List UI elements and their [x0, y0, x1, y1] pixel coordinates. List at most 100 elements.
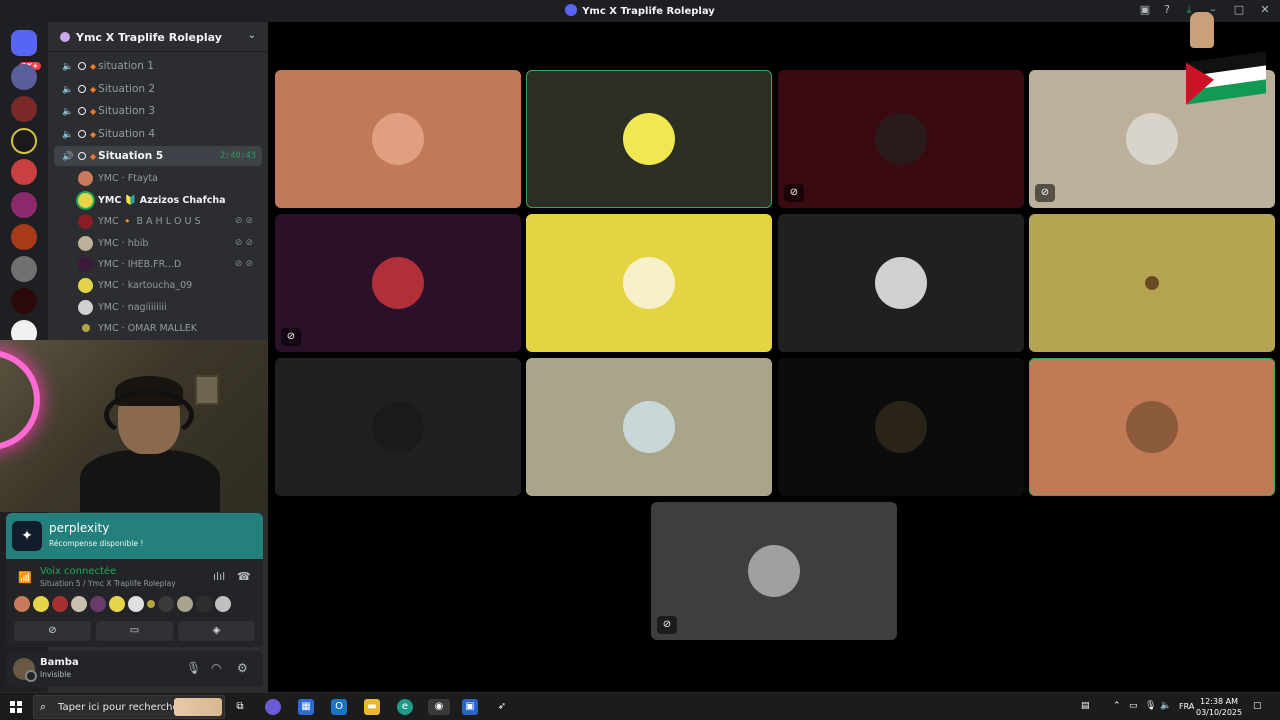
edge-icon[interactable]: e — [397, 699, 413, 715]
microphone-icon[interactable]: 🎙 — [186, 661, 201, 675]
promo-banner[interactable]: ✦ perplexity Récompense disponible ! — [6, 513, 263, 559]
participant-tile[interactable] — [1029, 358, 1275, 496]
avatar[interactable] — [196, 596, 212, 612]
task-view-icon[interactable]: ⧉ — [232, 699, 248, 715]
voice-channel[interactable]: 🔈 ◆ Situation 3 — [54, 101, 262, 121]
speaker-icon: 🔈 — [62, 130, 74, 140]
avatar[interactable] — [177, 596, 193, 612]
avatar[interactable] — [147, 600, 155, 608]
server-icon[interactable] — [11, 288, 37, 314]
notifications-icon[interactable]: ▢ — [1253, 701, 1262, 711]
participant-tile[interactable]: ⊘ — [275, 214, 521, 352]
no-entry-icon — [78, 62, 86, 70]
headphones-icon[interactable]: ◠ — [211, 661, 221, 675]
direct-messages-icon[interactable] — [11, 30, 37, 56]
activities-button[interactable]: ◈ — [178, 621, 255, 641]
copilot-icon[interactable] — [265, 699, 281, 715]
participant-tile[interactable] — [275, 358, 521, 496]
server-icon[interactable] — [11, 256, 37, 282]
voice-channel[interactable]: 🔈 ◆ Situation 4 — [54, 124, 262, 144]
taskbar-search[interactable]: ⌕ Taper ici pour rechercher — [33, 695, 225, 719]
voice-channel[interactable]: 🔈 ◆ situation 1 — [54, 56, 262, 76]
discord-taskbar-icon[interactable]: ◉ — [428, 699, 450, 715]
widgets-icon[interactable]: ▤ — [1081, 701, 1090, 711]
user-panel: Bamba Invisible 🎙 ◠ ⚙ — [6, 651, 263, 687]
maximize-button[interactable]: □ — [1230, 3, 1248, 17]
voice-status[interactable]: Voix connectée — [40, 566, 116, 577]
participant-tile[interactable] — [526, 358, 772, 496]
speaker-icon: 🔈 — [62, 62, 74, 72]
server-header[interactable]: Ymc X Traplife Roleplay ⌄ — [48, 22, 268, 52]
participant-tile[interactable] — [1029, 214, 1275, 352]
avatar[interactable] — [71, 596, 87, 612]
server-name: Ymc X Traplife Roleplay — [76, 31, 222, 44]
avatar[interactable] — [33, 596, 49, 612]
participant-tile[interactable] — [526, 214, 772, 352]
avatar — [875, 113, 927, 165]
app-icon[interactable]: ▣ — [462, 699, 478, 715]
voice-avatars — [14, 596, 231, 612]
participant-tile[interactable]: ⊘ — [778, 70, 1024, 208]
voice-member[interactable]: YMC 🔰 Azzizos Chafcha — [78, 191, 262, 211]
server-icon[interactable] — [11, 159, 37, 185]
server-icon[interactable] — [11, 224, 37, 250]
language-indicator[interactable]: FRA — [1179, 702, 1194, 711]
voice-member[interactable]: YMC · hbib ⊘⊘ — [78, 234, 262, 254]
participant-tile[interactable]: ⊘ — [651, 502, 897, 640]
avatar[interactable] — [109, 596, 125, 612]
voice-member[interactable]: YMC · OMAR MALLEK — [78, 319, 262, 339]
username[interactable]: Bamba — [40, 657, 79, 668]
voice-member[interactable]: YMC · kartoucha_09 — [78, 276, 262, 296]
noise-suppression-icon[interactable]: ılıl — [213, 570, 225, 583]
avatar — [78, 257, 93, 272]
close-button[interactable]: ✕ — [1256, 3, 1274, 17]
gear-icon[interactable]: ⚙ — [237, 661, 248, 675]
avatar[interactable] — [52, 596, 68, 612]
microphone-icon[interactable]: 🎙 — [1145, 701, 1156, 711]
help-icon[interactable]: ? — [1160, 3, 1174, 17]
participant-tile[interactable] — [275, 70, 521, 208]
inbox-icon[interactable]: ▣ — [1138, 3, 1152, 17]
windows-taskbar: ⌕ Taper ici pour rechercher ⧉ ▦ O ▬ e ◉ … — [0, 692, 1280, 720]
server-icon[interactable] — [11, 192, 37, 218]
screen-share-button[interactable]: ▭ — [96, 621, 173, 641]
chevron-up-icon[interactable]: ⌃ — [1113, 701, 1121, 711]
voice-member[interactable]: YMC · nagiiiiiiii — [78, 298, 262, 318]
ring-light — [0, 350, 40, 450]
clock[interactable]: 12:38 AM 03/10/2025 — [1196, 696, 1242, 718]
voice-member[interactable]: YMC · IHEB.FR...D ⊘⊘ — [78, 255, 262, 275]
signal-icon[interactable]: 📶 — [18, 571, 32, 584]
voice-member[interactable]: YMC · Ftayta — [78, 169, 262, 189]
participant-tile[interactable] — [778, 214, 1024, 352]
server-icon[interactable] — [11, 96, 37, 122]
store-icon[interactable]: ▦ — [298, 699, 314, 715]
avatar[interactable] — [128, 596, 144, 612]
video-grid: ⊘ ⊘ ⊘ ⊘ — [268, 22, 1280, 692]
avatar[interactable] — [158, 596, 174, 612]
voice-member[interactable]: YMC 🔸 B A H L O U S ⊘⊘ — [78, 212, 262, 232]
avatar[interactable] — [90, 596, 106, 612]
avatar[interactable] — [13, 658, 37, 682]
windows-start-icon[interactable] — [10, 701, 22, 713]
avatar[interactable] — [14, 596, 30, 612]
search-icon: ⌕ — [40, 700, 47, 713]
voice-channel[interactable]: 🔈 ◆ Situation 2 — [54, 79, 262, 99]
voice-channel-active[interactable]: 🔊 ◆ Situation 5 2:40:43 — [54, 146, 262, 166]
server-icon[interactable] — [11, 64, 37, 90]
file-explorer-icon[interactable]: ▬ — [364, 699, 380, 715]
participant-tile[interactable] — [778, 358, 1024, 496]
participant-tile[interactable] — [526, 70, 772, 208]
camera-button[interactable]: ⊘ — [14, 621, 91, 641]
disconnect-icon[interactable]: ☎ — [237, 570, 251, 583]
outlook-icon[interactable]: O — [331, 699, 347, 715]
volume-icon[interactable]: 🔈 — [1160, 701, 1171, 711]
avatar[interactable] — [215, 596, 231, 612]
network-icon[interactable]: ▭ — [1129, 701, 1138, 711]
chevron-down-icon[interactable]: ⌄ — [248, 30, 256, 41]
server-icon[interactable] — [11, 128, 37, 154]
webcam-overlay: ⊘ — [0, 340, 303, 512]
steam-icon[interactable]: ➶ — [494, 699, 510, 715]
voice-channel-path[interactable]: Situation 5 / Ymc X Traplife Roleplay — [40, 579, 176, 588]
speaker-icon: 🔈 — [62, 85, 74, 95]
avatar — [623, 113, 675, 165]
